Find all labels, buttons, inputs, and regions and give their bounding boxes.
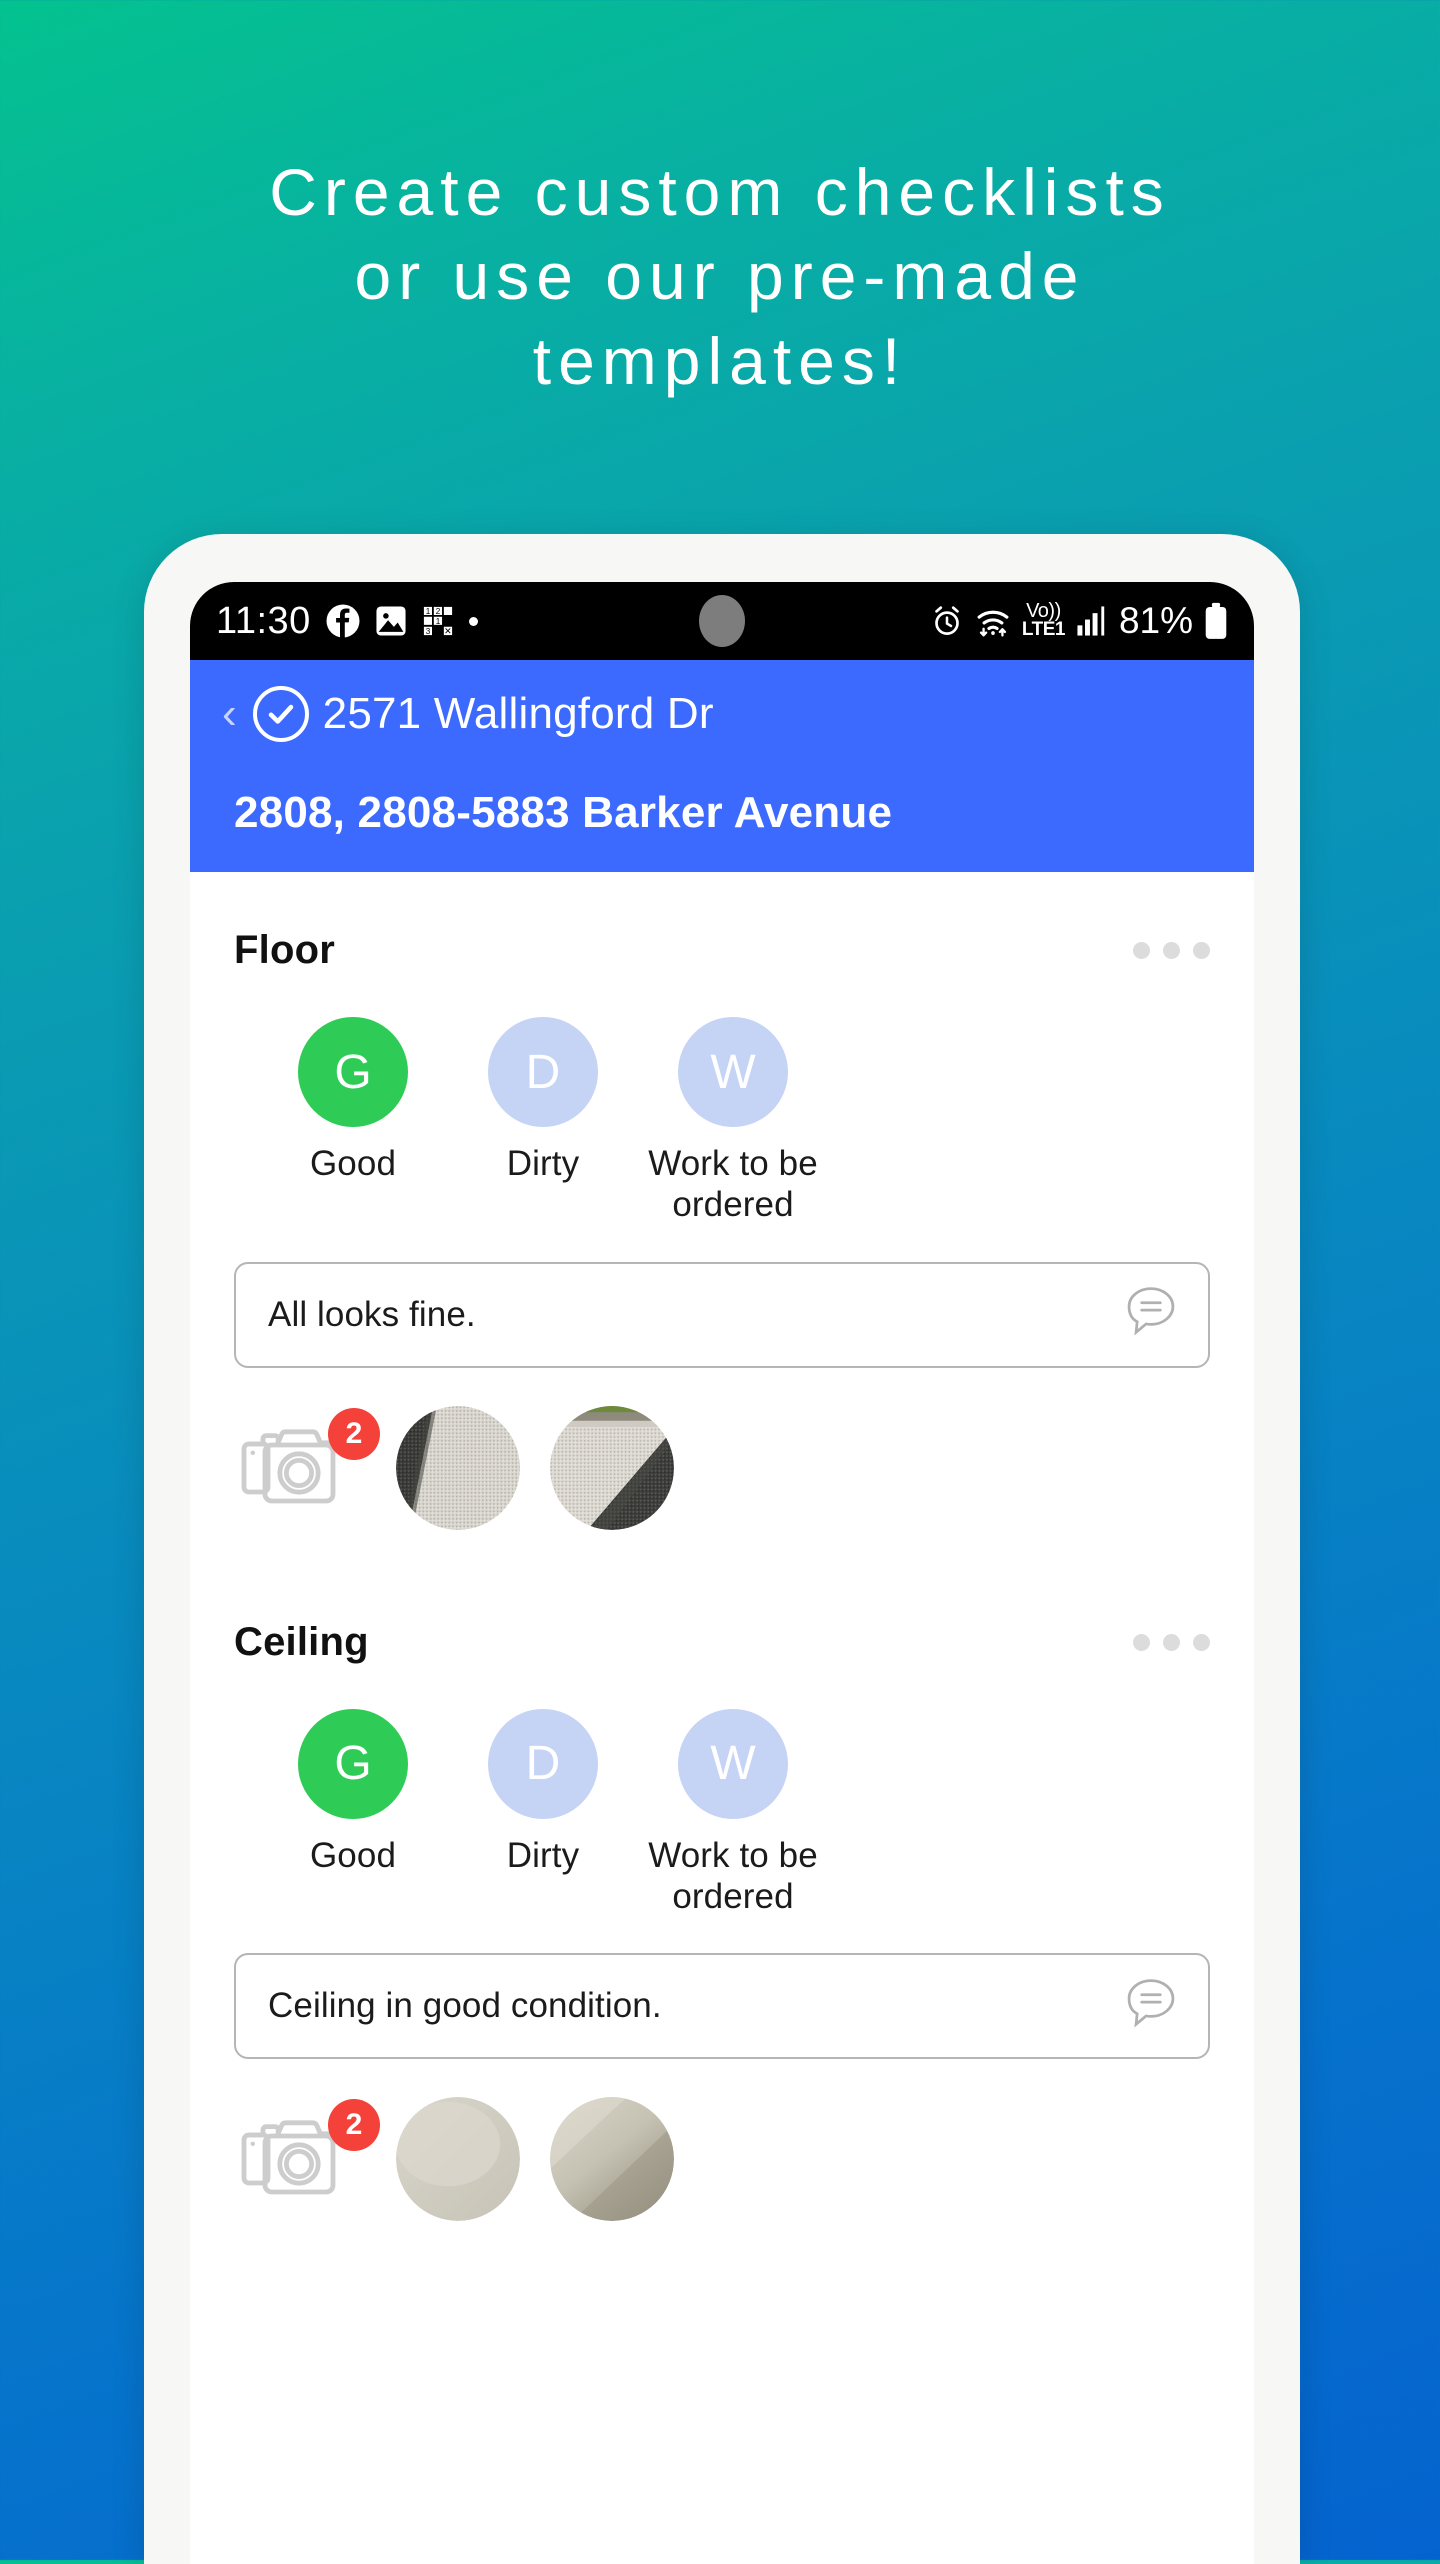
app-header-top-row: ‹ 2571 Wallingford Dr — [190, 686, 1254, 742]
more-options-icon[interactable] — [1133, 1620, 1210, 1651]
alarm-icon — [935, 606, 959, 635]
note-input[interactable]: All looks fine. — [234, 1261, 1210, 1368]
option-label: Dirty — [506, 1835, 580, 1875]
section-title: Ceiling — [234, 1619, 369, 1664]
add-photo-button[interactable]: 2 — [238, 1407, 380, 1520]
option-label: Dirty — [506, 1144, 580, 1183]
facebook-icon — [326, 604, 360, 638]
unit-address-subtitle: 2808, 2808-5883 Barker Avenue — [234, 788, 893, 837]
status-bar-right-group: Vo)) LTE1 81% — [930, 600, 1228, 642]
option-initial-badge: W — [678, 1708, 788, 1819]
svg-text:1: 1 — [436, 617, 441, 626]
photo-row: 2 — [234, 2097, 1210, 2222]
battery-percent-label: 81% — [1118, 600, 1193, 641]
section-header: Ceiling — [234, 1620, 1210, 1665]
comment-icon[interactable] — [1120, 1973, 1182, 2040]
back-chevron-icon[interactable]: ‹ — [222, 692, 237, 736]
status-bar-clock: 11:30 — [216, 599, 311, 642]
option-label: Good — [309, 1144, 397, 1183]
option-label: Good — [309, 1835, 397, 1875]
comment-icon[interactable] — [1120, 1281, 1182, 1348]
notification-dot-icon — [468, 616, 478, 626]
battery-icon — [1205, 602, 1227, 639]
section-title: Floor — [234, 928, 335, 972]
volte-icon: Vo)) LTE1 — [1021, 600, 1066, 641]
phone-screen: 11:30 1 2 1 3 ✕ Vo)) LTE1 81% ‹ 2571 Wal… — [190, 582, 1254, 2564]
note-value: All looks fine. — [268, 1294, 476, 1334]
add-photo-button[interactable]: 2 — [238, 2099, 380, 2211]
svg-text:1: 1 — [425, 607, 430, 616]
note-input[interactable]: Ceiling in good condition. — [234, 1953, 1210, 2060]
photo-count-badge: 2 — [328, 1407, 380, 1460]
more-options-icon[interactable] — [1133, 928, 1210, 959]
option-good[interactable]: G Good — [258, 1708, 448, 1918]
option-work-to-be-ordered[interactable]: W Work to be ordered — [638, 1708, 828, 1918]
option-initial-badge: D — [488, 1017, 598, 1127]
option-dirty[interactable]: D Dirty — [448, 1708, 638, 1918]
app-header: ‹ 2571 Wallingford Dr 2808, 2808-5883 Ba… — [190, 660, 1254, 872]
photo-thumbnail[interactable] — [396, 2097, 520, 2222]
property-title: 2571 Wallingford Dr — [322, 689, 714, 738]
photos-icon — [376, 606, 406, 636]
checklist-sheet: Floor G Good D Dirty W Work to be ordere… — [190, 872, 1254, 2262]
wifi-icon — [977, 610, 1009, 637]
option-dirty[interactable]: D Dirty — [448, 1017, 638, 1226]
option-good[interactable]: G Good — [258, 1017, 448, 1226]
section-header: Floor — [234, 928, 1210, 973]
svg-text:2: 2 — [436, 607, 441, 616]
camera-punch-hole — [699, 595, 745, 647]
photo-thumbnail[interactable] — [396, 1405, 520, 1530]
photo-thumbnail[interactable] — [550, 2097, 674, 2222]
signal-icon — [1077, 606, 1105, 636]
option-initial-badge: G — [298, 1708, 408, 1819]
checklist-section-floor: Floor G Good D Dirty W Work to be ordere… — [190, 872, 1254, 1530]
photo-thumbnail[interactable] — [550, 1405, 674, 1530]
note-value: Ceiling in good condition. — [268, 1986, 662, 2026]
photo-row: 2 — [234, 1405, 1210, 1530]
phone-device-frame: 11:30 1 2 1 3 ✕ Vo)) LTE1 81% ‹ 2571 Wal… — [144, 534, 1300, 2564]
option-initial-badge: W — [678, 1017, 788, 1127]
check-circle-icon[interactable] — [252, 686, 309, 742]
option-work-to-be-ordered[interactable]: W Work to be ordered — [638, 1017, 828, 1226]
photo-count-badge: 2 — [328, 2099, 380, 2152]
condition-options: G Good D Dirty W Work to be ordered — [234, 1017, 1210, 1226]
status-bar-left-group: 11:30 1 2 1 3 ✕ — [216, 600, 478, 643]
puzzle-icon: 1 2 1 3 ✕ — [421, 605, 454, 637]
option-label: Work to be ordered — [648, 1835, 818, 1916]
section-divider-space — [190, 1530, 1254, 1564]
svg-text:3: 3 — [425, 627, 430, 636]
option-label: Work to be ordered — [648, 1144, 818, 1225]
checklist-section-ceiling: Ceiling G Good D Dirty W Work to be orde… — [190, 1564, 1254, 2222]
android-status-bar: 11:30 1 2 1 3 ✕ Vo)) LTE1 81% — [190, 582, 1254, 660]
svg-text:✕: ✕ — [444, 626, 452, 636]
promo-headline: Create custom checklists or use our pre-… — [269, 155, 1171, 398]
option-initial-badge: D — [488, 1708, 598, 1819]
condition-options: G Good D Dirty W Work to be ordered — [234, 1708, 1210, 1918]
option-initial-badge: G — [298, 1017, 408, 1127]
